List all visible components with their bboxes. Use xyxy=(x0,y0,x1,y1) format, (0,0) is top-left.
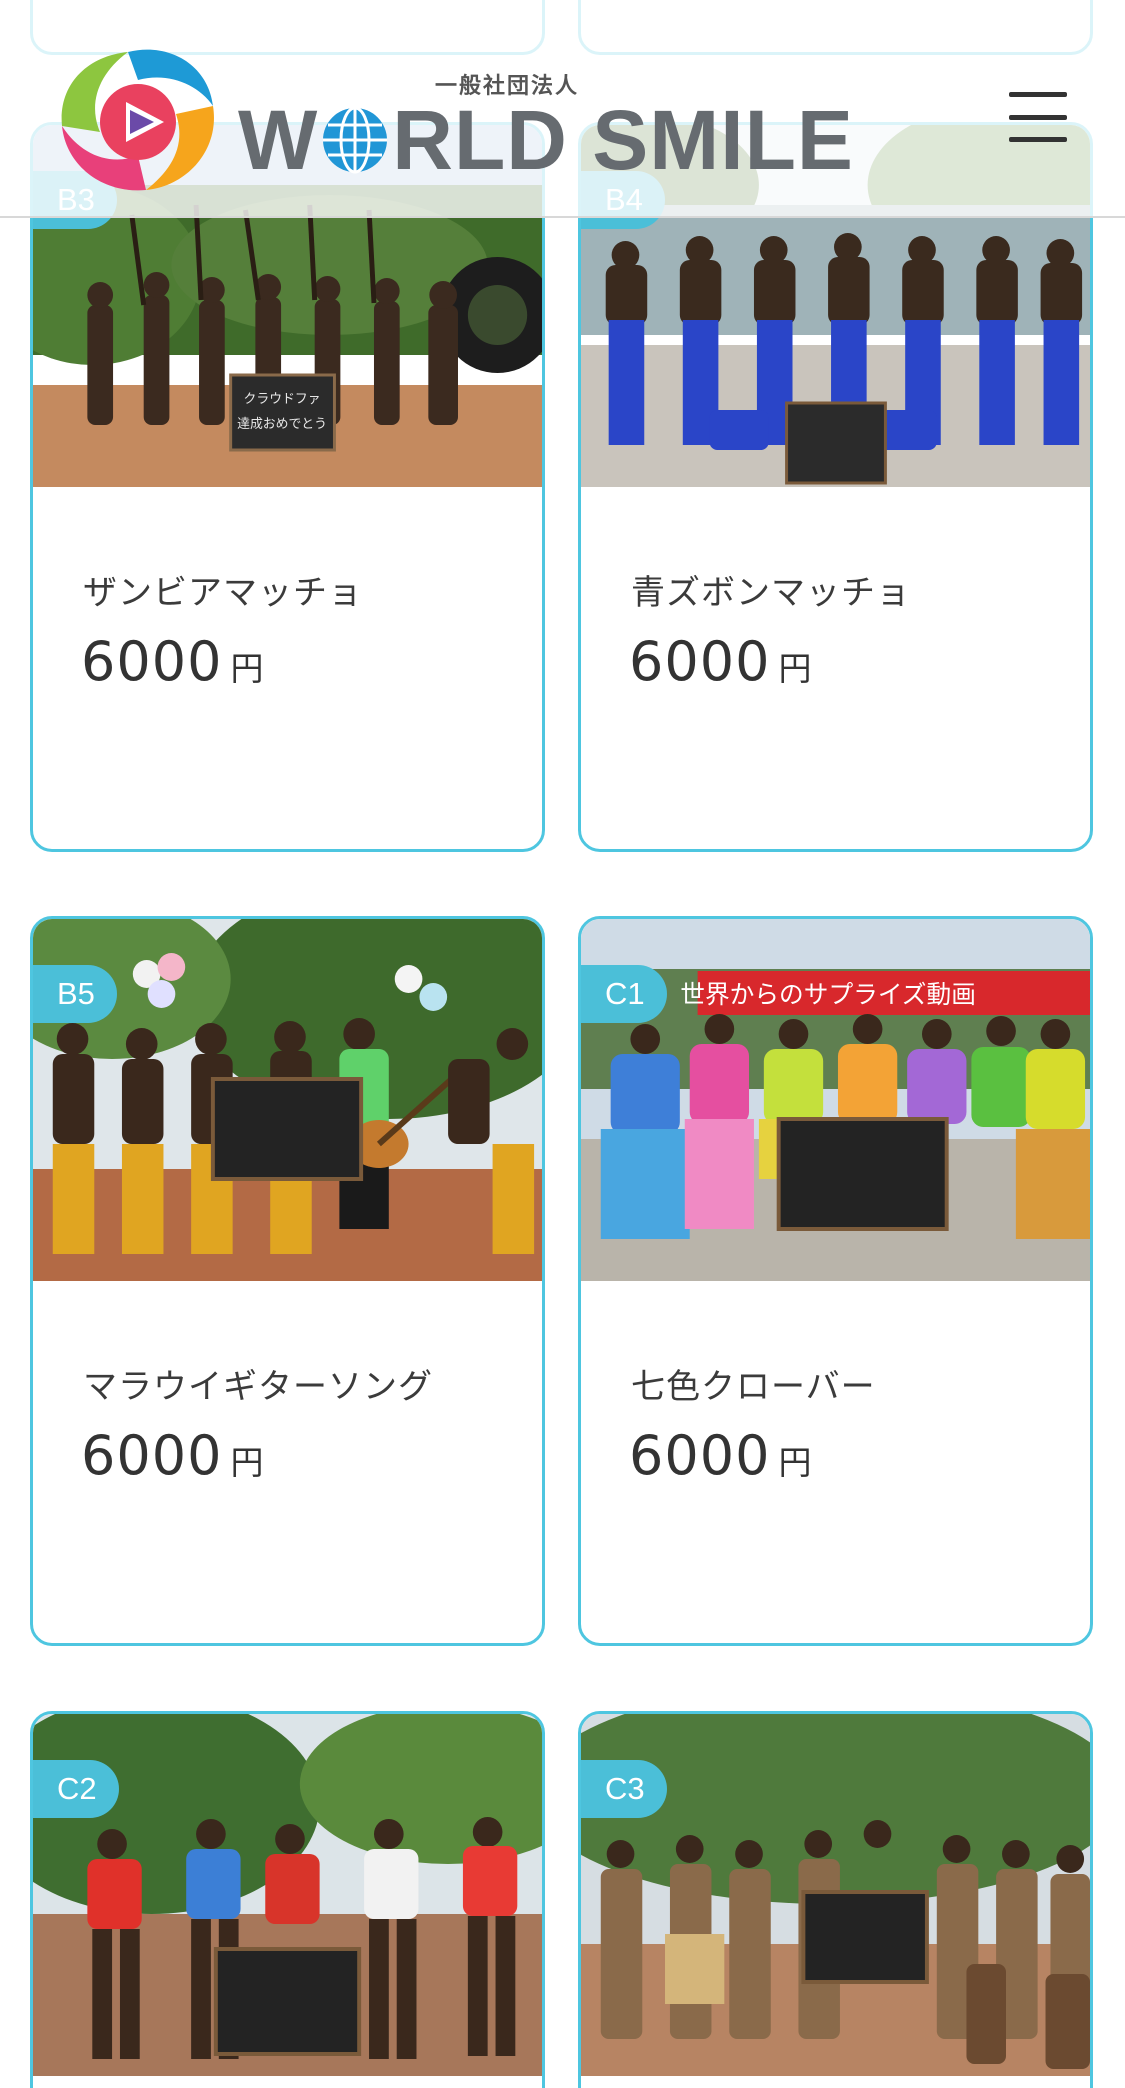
menu-icon-bar xyxy=(1009,137,1067,142)
world-smile-logo-icon[interactable] xyxy=(58,44,216,194)
page: クラウドファ 達成おめでとう B3 ザンビアマッチョ 6000円 xyxy=(0,0,1125,2088)
menu-icon-bar xyxy=(1009,114,1067,120)
hamburger-menu-button[interactable] xyxy=(1009,92,1067,142)
product-card[interactable]: C3 xyxy=(578,1711,1093,2088)
logo-title-part1: W xyxy=(238,93,319,187)
product-badge: C1 xyxy=(581,965,667,1023)
logo-title-part2: RLD SMILE xyxy=(392,93,854,187)
price-unit: 円 xyxy=(778,1443,812,1482)
logo-title[interactable]: W RLD SMILE xyxy=(238,92,854,189)
product-badge: C3 xyxy=(581,1760,667,1818)
price-value: 6000 xyxy=(629,630,771,693)
svg-text:達成おめでとう: 達成おめでとう xyxy=(237,417,327,432)
product-name: マラウイギターソング xyxy=(83,1367,433,1407)
product-card[interactable]: C2 xyxy=(30,1711,545,2088)
price-unit: 円 xyxy=(230,1443,264,1482)
globe-icon xyxy=(323,106,388,174)
product-card[interactable]: 世界からのサプライズ動画 C1 七色クローバー 6000 円 xyxy=(578,916,1093,1646)
product-name: 七色クローバー xyxy=(631,1367,876,1407)
product-price: 6000 円 xyxy=(81,630,263,693)
banner-text: 世界からのサプライズ動画 xyxy=(680,980,976,1009)
product-price: 6000 円 xyxy=(629,630,811,693)
product-badge: B5 xyxy=(33,965,117,1023)
price-value: 6000 xyxy=(81,630,223,693)
product-card[interactable]: B5 マラウイギターソング 6000 円 xyxy=(30,916,545,1646)
product-card[interactable]: クラウドファ 達成おめでとう B3 ザンビアマッチョ 6000円 xyxy=(30,122,545,852)
product-name: 青ズボンマッチョ xyxy=(631,573,911,613)
product-price: 6000 円 xyxy=(629,1424,811,1487)
site-header: 一般社団法人 W RLD SMILE xyxy=(0,0,1125,218)
svg-text:クラウドファ: クラウドファ xyxy=(244,392,321,407)
price-value: 6000 xyxy=(81,1424,223,1487)
product-card[interactable]: B4 青ズボンマッチョ 6000円 xyxy=(578,122,1093,852)
product-photo: B5 xyxy=(33,919,542,1281)
menu-icon-bar xyxy=(1009,92,1067,97)
product-photo: 世界からのサプライズ動画 C1 xyxy=(581,919,1090,1281)
price-value: 6000 xyxy=(629,1424,771,1487)
product-photo-malawi-guitar xyxy=(33,919,542,1281)
price-unit: 円 xyxy=(778,649,812,688)
product-photo: C2 xyxy=(33,1714,542,2076)
product-badge: C2 xyxy=(33,1760,119,1818)
product-price: 6000 円 xyxy=(81,1424,263,1487)
product-photo: C3 xyxy=(581,1714,1090,2076)
product-name: ザンビアマッチョ xyxy=(83,573,363,613)
price-unit: 円 xyxy=(230,649,264,688)
